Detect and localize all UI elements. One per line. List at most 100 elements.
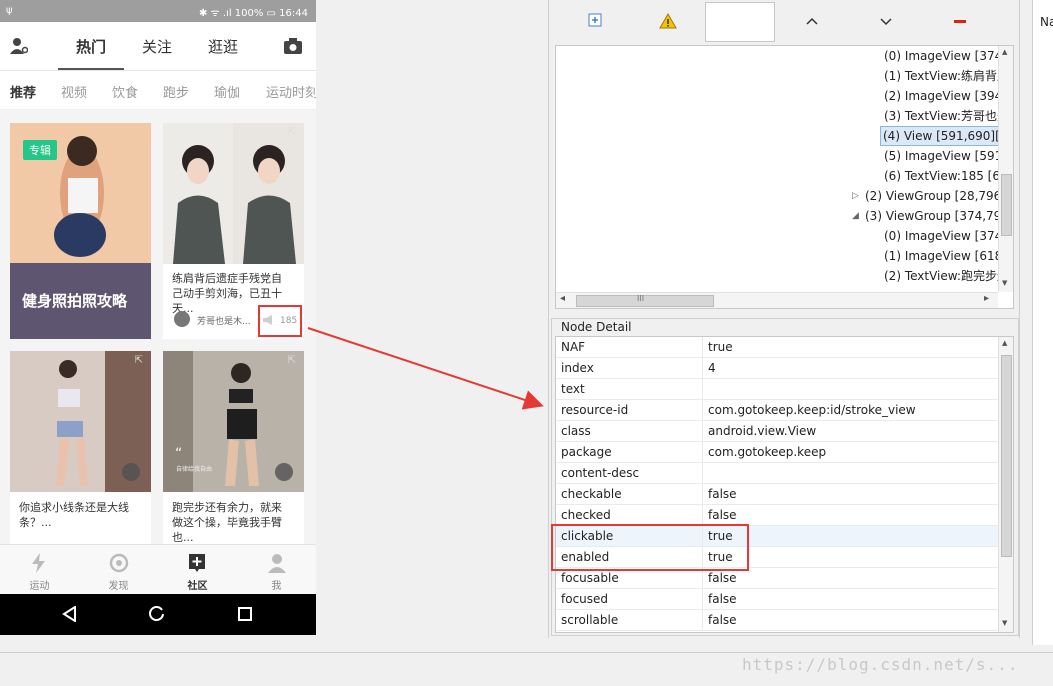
scroll-thumb[interactable]: III (576, 294, 714, 307)
tab-browse[interactable]: 逛逛 (208, 36, 238, 57)
top-nav: 热门 关注 逛逛 (0, 22, 316, 71)
nav-sport[interactable]: 运动 (0, 545, 79, 595)
detail-vertical-scrollbar[interactable]: ▲ ▼ (998, 337, 1013, 632)
chevron-up-icon[interactable] (803, 12, 821, 30)
status-bar: ψ ✱ ᯤ .ıl 100% ▭ 16:44 (0, 0, 316, 22)
detail-row: index 4 (556, 357, 998, 379)
scroll-right-arrow[interactable]: ▸ (984, 293, 989, 304)
tree-node[interactable]: (2) ImageView [394 (884, 87, 1002, 105)
tree-node[interactable]: (3) TextView:芳哥也是 (884, 107, 1009, 125)
scroll-down-arrow[interactable]: ▼ (1002, 279, 1007, 287)
detail-row: content-desc (556, 462, 998, 484)
card-title: 健身照拍照攻略 (22, 292, 128, 310)
detail-row: checkable false (556, 483, 998, 505)
status-left: ψ (6, 5, 13, 16)
detail-value: false (702, 504, 998, 526)
collapse-minus-icon[interactable] (951, 12, 969, 30)
scroll-down-arrow[interactable]: ▼ (1002, 619, 1007, 627)
plus-square-icon (189, 554, 205, 572)
tree-node[interactable]: (6) TextView:185 [62 (884, 167, 1008, 185)
thumb-grip: III (637, 294, 645, 303)
expand-triangle-icon[interactable]: ▷ (852, 191, 859, 201)
detail-row: package com.gotokeep.keep (556, 441, 998, 463)
tree-node[interactable]: (2) ViewGroup [28,796] (865, 187, 1006, 205)
person-settings-icon[interactable] (10, 37, 28, 55)
nav-me[interactable]: 我 (237, 545, 316, 595)
category-running[interactable]: 跑步 (163, 82, 189, 101)
quote-mark-icon: “ (175, 446, 183, 462)
nav-label: 运动 (29, 581, 50, 592)
tree-node[interactable]: (5) ImageView [591 (884, 147, 1002, 165)
card-album[interactable]: 专辑 健身照拍照攻略 (10, 123, 151, 339)
bolt-icon (32, 553, 45, 573)
collapse-corner-icon: ⇱ (287, 127, 296, 138)
collapse-triangle-icon[interactable]: ◢ (852, 211, 859, 221)
detail-value: false (702, 483, 998, 505)
camera-icon[interactable] (284, 38, 302, 54)
detail-key: content-desc (556, 462, 703, 484)
recent-square-icon[interactable] (237, 606, 253, 622)
collapse-corner-icon: ⇱ (134, 355, 143, 366)
nav-discover[interactable]: 发现 (79, 545, 158, 595)
nav-community[interactable]: 社区 (158, 545, 237, 595)
tree-node[interactable]: (0) ImageView [374 (884, 227, 1002, 245)
category-video[interactable]: 视频 (61, 82, 87, 101)
detail-value (702, 462, 998, 484)
album-badge: 专辑 (23, 140, 57, 160)
card-image (163, 123, 304, 264)
tree-node[interactable]: (1) TextView:练肩背后 (884, 67, 1009, 85)
tree-node[interactable]: (3) ViewGroup [374,79 (865, 207, 1001, 225)
back-triangle-icon[interactable] (62, 606, 78, 622)
system-nav-bar (0, 594, 316, 635)
detail-key: index (556, 357, 703, 379)
video-play-icon (275, 463, 293, 481)
category-diet[interactable]: 饮食 (112, 82, 138, 101)
warning-icon[interactable] (659, 12, 677, 30)
detail-value: android.view.View (702, 420, 998, 442)
scroll-up-arrow[interactable]: ▲ (1002, 48, 1007, 56)
card-post[interactable]: ⇱ “ 自律给我自由 跑完步还有余力，就来做这个操，毕竟我手臂也... (163, 351, 304, 544)
node-detail-table: NAF true index 4 text resource-id com.gotok… (555, 336, 1014, 633)
home-circle-icon[interactable] (149, 606, 165, 622)
toolbar (549, 0, 1019, 44)
search-input[interactable] (705, 2, 775, 42)
tab-follow[interactable]: 关注 (142, 36, 172, 57)
annotation-arrow (307, 327, 544, 410)
detail-value: false (702, 609, 998, 631)
tree-node[interactable]: (2) TextView:跑完步还 (884, 267, 1009, 285)
detail-key: package (556, 441, 703, 463)
card-title: 你追求小线条还是大线条？... (19, 501, 129, 529)
category-recommend[interactable]: 推荐 (10, 82, 36, 101)
detail-key: checked (556, 504, 703, 526)
detail-key: scrollable (556, 609, 703, 631)
side-panel: Na (1032, 0, 1053, 645)
like-highlight-box (258, 305, 302, 337)
watermark: https://blog.csdn.net/s... (742, 655, 1019, 674)
status-right: ✱ ᯤ .ıl 100% ▭ 16:44 (199, 8, 308, 19)
detail-value: com.gotokeep.keep (702, 441, 998, 463)
tree-node[interactable]: (0) ImageView [374 (884, 47, 1002, 65)
detail-value (702, 378, 998, 400)
scroll-thumb[interactable] (1001, 355, 1012, 557)
avatar (174, 311, 190, 327)
detail-row: focused false (556, 588, 998, 610)
tree-horizontal-scrollbar[interactable]: ◂ III ▸ (556, 292, 998, 308)
scroll-left-arrow[interactable]: ◂ (560, 293, 565, 304)
category-yoga[interactable]: 瑜伽 (214, 82, 240, 101)
tab-hot[interactable]: 热门 (76, 36, 106, 57)
card-post[interactable]: ⇱ 你追求小线条还是大线条？... (10, 351, 151, 544)
category-tabs: 推荐 视频 饮食 跑步 瑜伽 运动时刻 (0, 71, 316, 110)
detail-value: 4 (702, 357, 998, 379)
scroll-thumb[interactable] (1001, 174, 1012, 236)
expand-all-icon[interactable] (587, 12, 605, 30)
nav-label: 我 (271, 581, 282, 592)
author-name: 芳哥也是木... (197, 317, 251, 327)
tree-vertical-scrollbar[interactable]: ▲ ▼ (998, 46, 1013, 292)
category-moments[interactable]: 运动时刻 (266, 82, 316, 101)
chevron-down-icon[interactable] (877, 12, 895, 30)
tree-node[interactable]: (1) ImageView [618 (884, 247, 1002, 265)
scroll-up-arrow[interactable]: ▲ (1002, 339, 1007, 347)
tree-node-selected[interactable]: (4) View [591,690][6 (880, 126, 1011, 146)
active-tab-indicator (58, 68, 124, 70)
user-icon (268, 554, 286, 573)
